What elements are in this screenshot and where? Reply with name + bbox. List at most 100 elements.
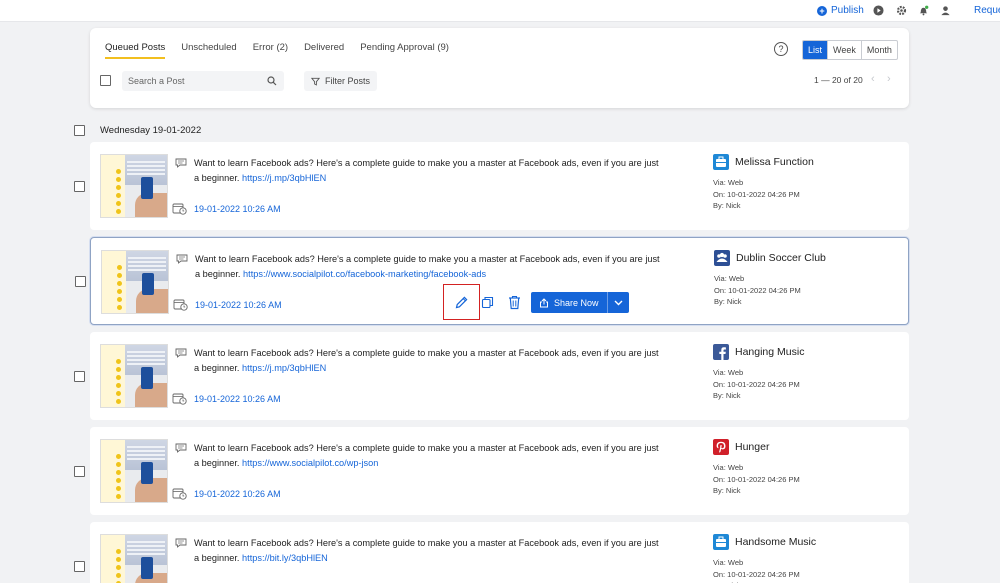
- post-thumbnail: [100, 439, 168, 503]
- meta-via: Via: Web: [713, 368, 744, 377]
- post-row[interactable]: Want to learn Facebook ads? Here's a com…: [74, 332, 909, 420]
- trash-icon[interactable]: [508, 295, 521, 310]
- meta-via: Via: Web: [713, 463, 744, 472]
- post-checkbox[interactable]: [74, 181, 85, 192]
- account-name[interactable]: Hunger: [735, 441, 769, 453]
- tab-queued-posts[interactable]: Queued Posts: [105, 42, 166, 59]
- share-icon: [540, 297, 548, 307]
- scheduled-time[interactable]: 19-01-2022 10:26 AM: [194, 204, 281, 214]
- duplicate-icon[interactable]: [481, 296, 494, 309]
- edit-button[interactable]: [443, 284, 480, 320]
- publish-button[interactable]: + Publish: [817, 5, 864, 16]
- filter-posts-button[interactable]: Filter Posts: [304, 71, 378, 91]
- post-checkbox[interactable]: [74, 371, 85, 382]
- post-link[interactable]: https://bit.ly/3qbHlEN: [242, 553, 328, 563]
- meta-on: On: 10-01-2022 04:26 PM: [713, 474, 800, 484]
- post-type-icon: [175, 348, 187, 358]
- group-icon: [714, 250, 730, 266]
- schedule-icon: [173, 299, 188, 311]
- search-input[interactable]: [122, 71, 262, 91]
- post-row[interactable]: Want to learn Facebook ads? Here's a com…: [74, 142, 909, 230]
- post-text: Want to learn Facebook ads? Here's a com…: [195, 252, 665, 281]
- pagination-text: 1 — 20 of 20: [814, 75, 863, 85]
- share-options-dropdown[interactable]: [606, 292, 629, 313]
- date-group-checkbox[interactable]: [74, 125, 85, 136]
- meta-on: On: 10-01-2022 04:26 PM: [713, 189, 800, 199]
- account-name[interactable]: Melissa Function: [735, 156, 814, 168]
- post-meta: Via: Web On: 10-01-2022 04:26 PM By: Nic…: [713, 367, 800, 402]
- tab-pending-approval[interactable]: Pending Approval (9): [360, 42, 449, 59]
- share-now-label: Share Now: [554, 297, 599, 308]
- schedule-icon: [172, 488, 187, 500]
- account-name[interactable]: Handsome Music: [735, 536, 816, 548]
- meta-by: By: Nick: [713, 486, 741, 495]
- post-text: Want to learn Facebook ads? Here's a com…: [194, 346, 664, 375]
- chevron-down-icon: [614, 300, 623, 305]
- post-meta: Via: Web On: 10-01-2022 04:26 PM By: Nic…: [714, 273, 801, 308]
- briefcase-icon: [713, 154, 729, 170]
- scheduled-time[interactable]: 19-01-2022 10:26 AM: [195, 300, 282, 310]
- briefcase-icon: [713, 534, 729, 550]
- scheduled-time[interactable]: 19-01-2022 10:26 AM: [194, 394, 281, 404]
- gear-icon[interactable]: [896, 5, 907, 16]
- meta-by: By: Nick: [713, 201, 741, 210]
- plus-icon: +: [817, 5, 827, 16]
- top-bar: + Publish Reque: [0, 0, 1000, 22]
- tab-unscheduled[interactable]: Unscheduled: [181, 42, 236, 59]
- post-checkbox[interactable]: [74, 466, 85, 477]
- select-all-checkbox[interactable]: [100, 75, 111, 86]
- search-icon[interactable]: [267, 76, 277, 86]
- post-thumbnail: [100, 534, 168, 583]
- post-link[interactable]: https://www.socialpilot.co/wp-json: [242, 458, 378, 468]
- tab-delivered[interactable]: Delivered: [304, 42, 344, 59]
- post-checkbox[interactable]: [74, 561, 85, 572]
- user-icon[interactable]: [940, 5, 951, 16]
- funnel-icon: [311, 77, 320, 86]
- post-link[interactable]: https://j.mp/3qbHlEN: [242, 363, 326, 373]
- account-name[interactable]: Hanging Music: [735, 346, 804, 358]
- meta-on: On: 10-01-2022 04:26 PM: [713, 569, 800, 579]
- pinterest-icon: [713, 439, 729, 455]
- schedule-icon: [172, 203, 187, 215]
- meta-by: By: Nick: [713, 391, 741, 400]
- post-meta: Via: Web On: 10-01-2022 04:26 PM By: Nic…: [713, 557, 800, 583]
- view-month-button[interactable]: Month: [860, 41, 897, 59]
- post-meta: Via: Web On: 10-01-2022 04:26 PM By: Nic…: [713, 462, 800, 497]
- schedule-icon: [172, 393, 187, 405]
- share-now-split-button: Share Now: [531, 292, 629, 313]
- view-toggle: List Week Month: [802, 40, 898, 60]
- publish-label: Publish: [831, 5, 864, 16]
- post-type-icon: [175, 158, 187, 168]
- request-link[interactable]: Reque: [974, 5, 1000, 16]
- account-name[interactable]: Dublin Soccer Club: [736, 252, 826, 264]
- post-type-icon: [175, 443, 187, 453]
- play-icon[interactable]: [873, 5, 884, 16]
- post-text: Want to learn Facebook ads? Here's a com…: [194, 536, 664, 565]
- post-text: Want to learn Facebook ads? Here's a com…: [194, 156, 664, 185]
- bell-icon[interactable]: [918, 5, 929, 16]
- post-checkbox[interactable]: [75, 276, 86, 287]
- post-thumbnail: [100, 154, 168, 218]
- view-week-button[interactable]: Week: [827, 41, 861, 59]
- meta-by: By: Nick: [714, 297, 742, 306]
- meta-on: On: 10-01-2022 04:26 PM: [713, 379, 800, 389]
- post-row[interactable]: Want to learn Facebook ads? Here's a com…: [74, 427, 909, 515]
- view-list-button[interactable]: List: [803, 41, 828, 59]
- scheduled-time[interactable]: 19-01-2022 10:26 AM: [194, 489, 281, 499]
- post-row[interactable]: Want to learn Facebook ads? Here's a com…: [75, 237, 909, 325]
- post-link[interactable]: https://www.socialpilot.co/facebook-mark…: [243, 269, 486, 279]
- share-now-button[interactable]: Share Now: [531, 292, 607, 313]
- pencil-icon: [455, 296, 468, 308]
- help-icon[interactable]: ?: [774, 42, 788, 56]
- status-tabs: Queued Posts Unscheduled Error (2) Deliv…: [105, 42, 465, 59]
- post-type-icon: [175, 538, 187, 548]
- filter-card: Queued Posts Unscheduled Error (2) Deliv…: [90, 28, 909, 108]
- post-thumbnail: [101, 250, 169, 314]
- next-page-icon[interactable]: ›: [887, 73, 891, 85]
- post-row[interactable]: Want to learn Facebook ads? Here's a com…: [74, 522, 909, 583]
- meta-via: Via: Web: [713, 558, 744, 567]
- prev-page-icon[interactable]: ‹: [871, 73, 875, 85]
- tab-error[interactable]: Error (2): [253, 42, 288, 59]
- meta-via: Via: Web: [714, 274, 745, 283]
- post-link[interactable]: https://j.mp/3qbHlEN: [242, 173, 326, 183]
